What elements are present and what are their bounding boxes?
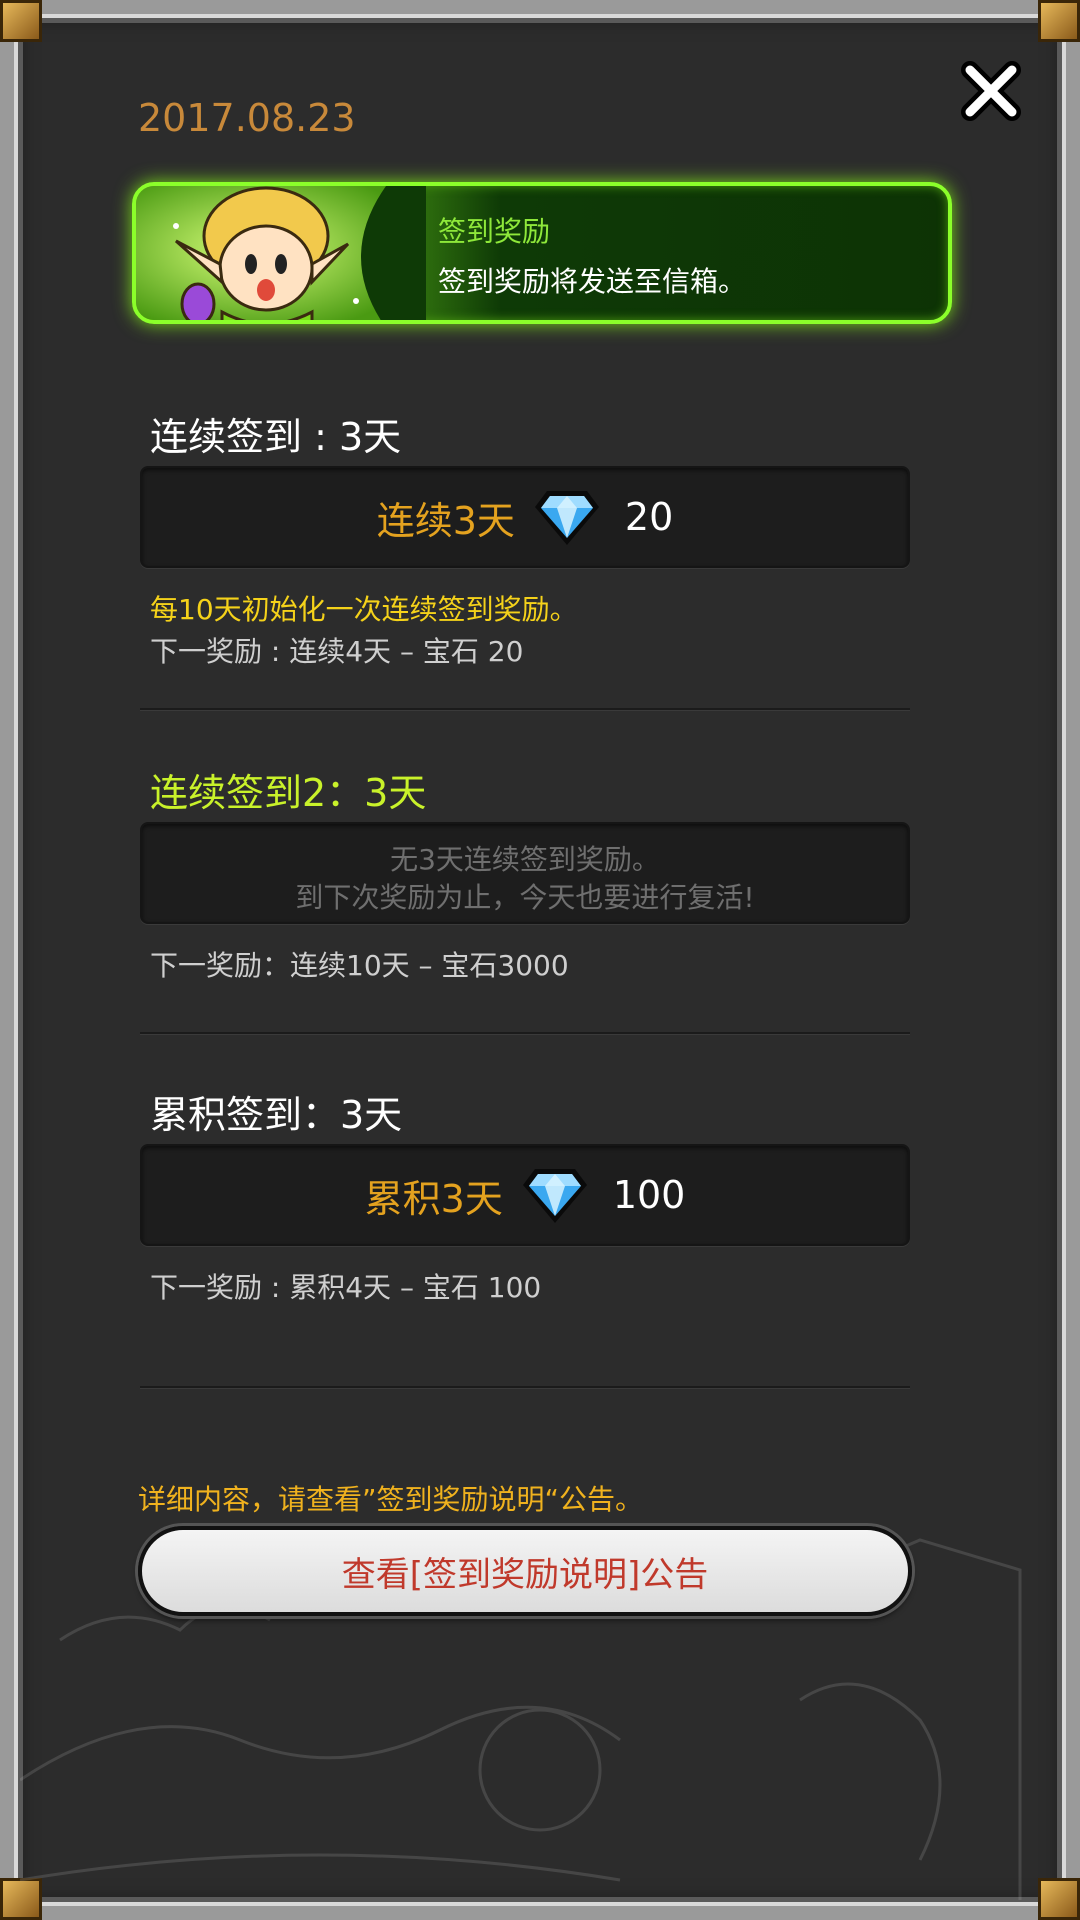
banner-subtitle: 签到奖励将发送至信箱。: [438, 265, 747, 298]
detail-note: 详细内容，请查看”签到奖励说明“公告。: [138, 1483, 644, 1516]
reset-note: 每10天初始化一次连续签到奖励。: [150, 593, 578, 626]
diamond-icon: [522, 1169, 587, 1223]
frame-corner-ornament: [0, 0, 42, 42]
cumulative-reward-amount: 100: [612, 1173, 686, 1217]
section-divider: [140, 1386, 910, 1389]
elf-character-icon: [136, 186, 426, 320]
cumulative-reward-box: 累积3天 100: [140, 1144, 910, 1246]
frame-corner-ornament: [1038, 0, 1080, 42]
section-divider: [140, 1032, 910, 1035]
banner-title: 签到奖励: [438, 215, 551, 248]
consecutive-next-reward: 下一奖励 : 连续4天 – 宝石 20: [150, 635, 524, 668]
cumulative-reward-label: 累积3天: [364, 1176, 503, 1221]
sign-in-reward-banner: 签到奖励 签到奖励将发送至信箱。: [132, 182, 952, 324]
diamond-icon: [534, 491, 599, 545]
consecutive2-next-reward: 下一奖励：连续10天 – 宝石3000: [150, 949, 569, 982]
close-icon[interactable]: [960, 60, 1022, 122]
view-notice-button[interactable]: 查看[签到奖励说明]公告: [138, 1526, 912, 1616]
cumulative-sign-in-heading: 累积签到：3天: [150, 1093, 403, 1137]
section-divider: [140, 708, 910, 711]
date-label: 2017.08.23: [138, 96, 356, 140]
consecutive2-heading: 连续签到2：3天: [150, 771, 427, 815]
cumulative-next-reward: 下一奖励 : 累积4天 – 宝石 100: [150, 1271, 542, 1304]
consecutive-reward-box: 连续3天 20: [140, 466, 910, 568]
consecutive-reward-label: 连续3天: [376, 498, 515, 543]
consecutive-sign-in-heading: 连续签到 : 3天: [150, 415, 402, 459]
consecutive2-empty-line1: 无3天连续签到奖励。: [390, 843, 660, 876]
consecutive2-empty-line2: 到下次奖励为止，今天也要进行复活!: [295, 881, 755, 914]
consecutive2-reward-box: 无3天连续签到奖励。 到下次奖励为止，今天也要进行复活!: [140, 822, 910, 924]
consecutive-reward-amount: 20: [624, 495, 674, 539]
